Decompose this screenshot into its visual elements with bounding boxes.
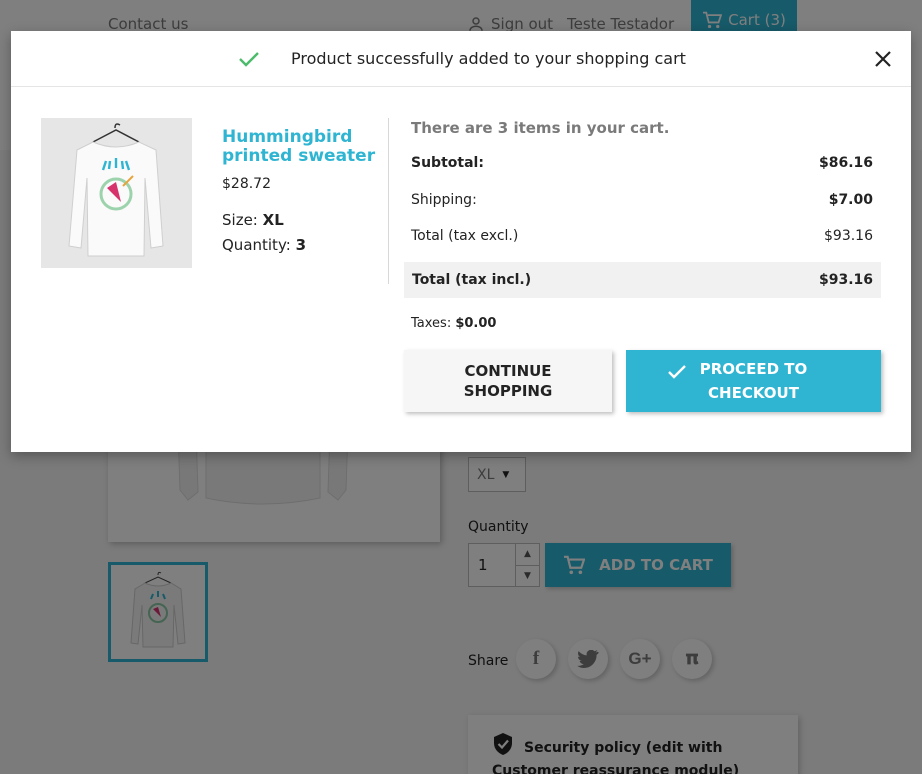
close-icon[interactable] <box>873 49 893 69</box>
subtotal-row: Subtotal: $86.16 <box>411 155 873 171</box>
shipping-row: Shipping: $7.00 <box>411 192 873 208</box>
add-to-cart-modal: Product successfully added to your shopp… <box>11 31 911 452</box>
total-incl-label: Total (tax incl.) <box>412 272 532 288</box>
size-value: XL <box>262 211 284 229</box>
sweater-image <box>41 118 192 268</box>
taxes-label: Taxes: <box>411 316 452 331</box>
shipping-value: $7.00 <box>828 192 873 208</box>
product-image <box>41 118 192 268</box>
modal-header: Product successfully added to your shopp… <box>11 31 911 87</box>
total-excl-row: Total (tax excl.) $93.16 <box>411 228 873 244</box>
product-quantity: Quantity: 3 <box>222 236 306 254</box>
modal-title: Product successfully added to your shopp… <box>291 49 686 68</box>
total-incl-value: $93.16 <box>818 272 873 288</box>
checkout-label-line2: CHECKOUT <box>708 384 799 402</box>
cart-items-count: There are 3 items in your cart. <box>411 119 670 137</box>
checkout-label-line1: PROCEED TO <box>699 360 808 378</box>
size-label: Size: <box>222 211 258 229</box>
total-excl-value: $93.16 <box>824 228 873 244</box>
check-icon <box>667 365 686 379</box>
product-name[interactable]: Hummingbird printed sweater <box>222 128 387 166</box>
total-incl-row: Total (tax incl.) $93.16 <box>404 262 881 298</box>
product-price: $28.72 <box>222 176 271 192</box>
continue-label-line1: CONTINUE <box>464 362 552 380</box>
check-icon <box>239 52 259 67</box>
continue-shopping-button[interactable]: CONTINUE SHOPPING <box>404 350 612 412</box>
taxes-value: $0.00 <box>455 316 497 331</box>
shipping-label: Shipping: <box>411 192 477 208</box>
subtotal-label: Subtotal: <box>411 155 484 171</box>
quantity-value: 3 <box>295 236 307 254</box>
taxes-row: Taxes: $0.00 <box>411 316 496 331</box>
product-size: Size: XL <box>222 211 284 229</box>
divider <box>388 118 389 284</box>
total-excl-label: Total (tax excl.) <box>411 228 519 244</box>
proceed-to-checkout-button[interactable]: PROCEED TO CHECKOUT <box>626 350 881 412</box>
subtotal-value: $86.16 <box>818 155 873 171</box>
quantity-label: Quantity: <box>222 236 291 254</box>
continue-label-line2: SHOPPING <box>463 382 553 400</box>
